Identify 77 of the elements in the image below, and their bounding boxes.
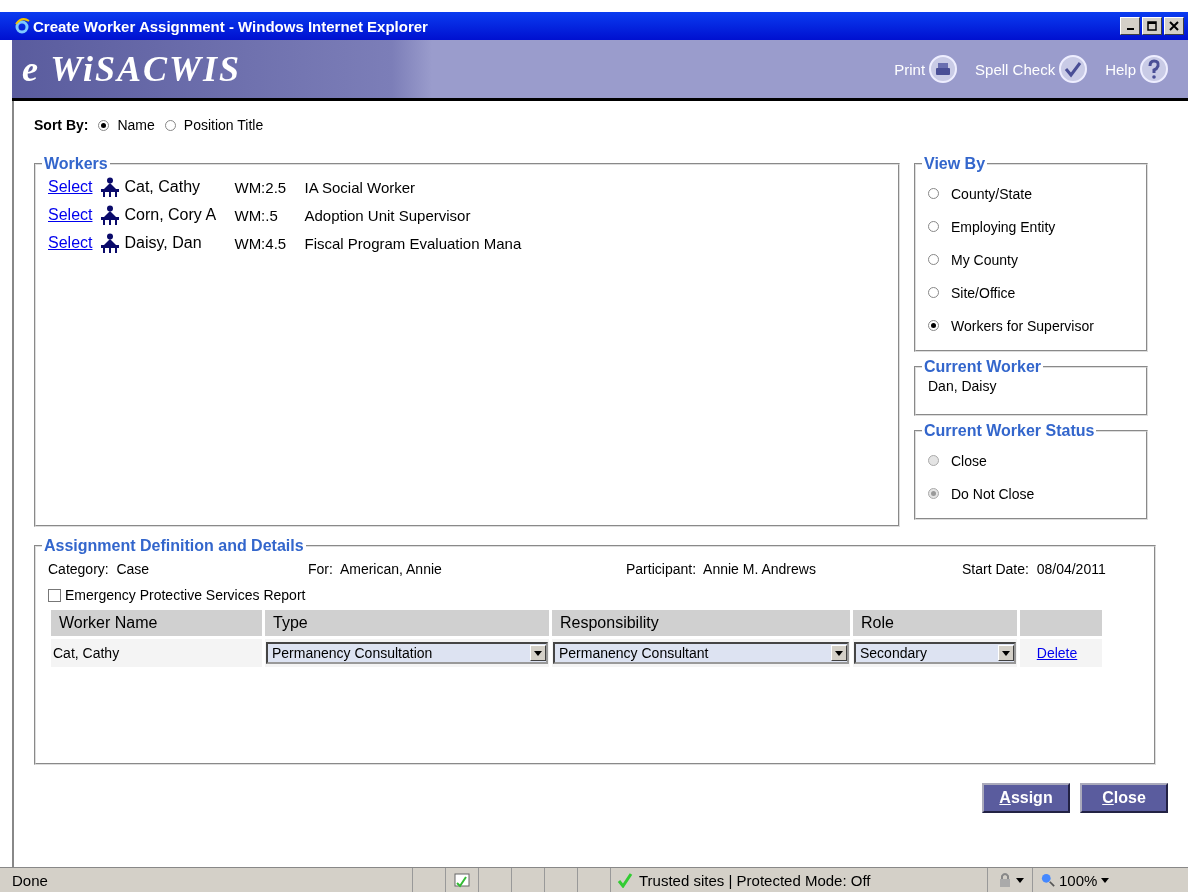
radio-label: Do Not Close bbox=[951, 485, 1035, 502]
action-button[interactable]: Assign bbox=[982, 783, 1070, 813]
radio-label: Site/Office bbox=[951, 284, 1016, 301]
radio-label: County/State bbox=[951, 185, 1032, 202]
section-title: Current Worker bbox=[923, 358, 1043, 376]
browser-icon bbox=[14, 18, 30, 34]
detail-field: Participant: Annie M. Andrews bbox=[626, 561, 962, 577]
maximize-button[interactable] bbox=[1142, 17, 1162, 35]
select-link[interactable]: Select bbox=[48, 234, 93, 252]
radio-button[interactable] bbox=[928, 188, 939, 199]
radio-button[interactable] bbox=[164, 119, 176, 131]
detail-field: Start Date: 08/04/2011 bbox=[962, 561, 1106, 577]
table-cell: Cat, Cathy bbox=[51, 639, 262, 667]
section-title: View By bbox=[923, 155, 987, 173]
section-title: Current Worker Status bbox=[923, 422, 1096, 440]
checkbox-label: Emergency Protective Services Report bbox=[65, 587, 306, 603]
radio-button[interactable] bbox=[928, 320, 939, 331]
column-header: Role bbox=[853, 610, 1017, 636]
status-text: Done bbox=[0, 868, 413, 892]
radio-label: Position Title bbox=[183, 117, 264, 133]
caret-icon bbox=[1015, 877, 1024, 883]
select-link[interactable]: Select bbox=[48, 206, 93, 224]
person-at-desk-icon bbox=[100, 205, 121, 225]
radio-label: Workers for Supervisor bbox=[951, 317, 1094, 334]
role-dropdown[interactable]: Secondary bbox=[854, 642, 1016, 664]
caret-icon bbox=[835, 650, 843, 656]
radio-label: Name bbox=[117, 117, 155, 133]
close-button[interactable] bbox=[1164, 17, 1184, 35]
caret-icon bbox=[1002, 650, 1010, 656]
sort-label: Sort By: bbox=[34, 117, 89, 133]
caret-icon bbox=[1101, 877, 1110, 883]
column-header: Responsibility bbox=[552, 610, 850, 636]
radio-label: Employing Entity bbox=[951, 218, 1056, 235]
workload: WM:4.5 bbox=[234, 234, 288, 252]
workload: WM:.5 bbox=[234, 206, 279, 224]
detail-field: Category: Case bbox=[48, 561, 308, 577]
section-title: Workers bbox=[43, 155, 109, 173]
select-link[interactable]: Select bbox=[48, 178, 93, 196]
position-title: Fiscal Program Evaluation Mana bbox=[304, 234, 522, 252]
help-icon bbox=[1140, 55, 1168, 83]
column-header: Type bbox=[265, 610, 549, 636]
zoom-level[interactable]: 100% bbox=[1059, 871, 1098, 889]
checkbox[interactable] bbox=[48, 588, 61, 602]
window-title: Create Worker Assignment - Windows Internet Explorer bbox=[33, 17, 429, 35]
radio-label: My County bbox=[951, 251, 1018, 268]
worker-name: Cat, Cathy bbox=[124, 178, 202, 196]
type-dropdown[interactable]: Permanency Consultation bbox=[266, 642, 548, 664]
radio-button[interactable] bbox=[98, 119, 110, 131]
radio-label: Close bbox=[951, 452, 987, 469]
person-at-desk-icon bbox=[100, 233, 121, 253]
minimize-button[interactable] bbox=[1120, 17, 1140, 35]
column-header: Worker Name bbox=[51, 610, 262, 636]
app-logo: e WiSACWIS bbox=[21, 48, 242, 90]
close-icon bbox=[1169, 21, 1179, 31]
minimize-icon bbox=[1126, 28, 1134, 30]
position-title: Adoption Unit Supervisor bbox=[304, 206, 471, 224]
action-button[interactable]: Close bbox=[1080, 783, 1168, 813]
maximize-icon bbox=[1147, 21, 1157, 31]
check-icon bbox=[617, 872, 633, 888]
popup-blocker-icon bbox=[454, 872, 470, 888]
detail-field: For: American, Annie bbox=[308, 561, 626, 577]
printer-icon bbox=[929, 55, 958, 83]
section-title: Assignment Definition and Details bbox=[43, 537, 305, 555]
person-at-desk-icon bbox=[100, 177, 121, 197]
responsibility-dropdown[interactable]: Permanency Consultant bbox=[553, 642, 849, 664]
zoom-icon bbox=[1041, 873, 1055, 887]
security-zone: Trusted sites | Protected Mode: Off bbox=[639, 871, 871, 889]
workload: WM:2.5 bbox=[234, 178, 288, 196]
spell-check-icon bbox=[1059, 55, 1088, 83]
worker-name: Daisy, Dan bbox=[124, 234, 203, 252]
radio-button[interactable] bbox=[928, 254, 939, 265]
worker-name: Corn, Cory A bbox=[124, 206, 218, 224]
position-title: IA Social Worker bbox=[304, 178, 416, 196]
current-worker-name: Dan, Daisy bbox=[928, 378, 997, 394]
radio-button[interactable] bbox=[928, 287, 939, 298]
radio-button[interactable] bbox=[928, 221, 939, 232]
caret-icon bbox=[534, 650, 542, 656]
